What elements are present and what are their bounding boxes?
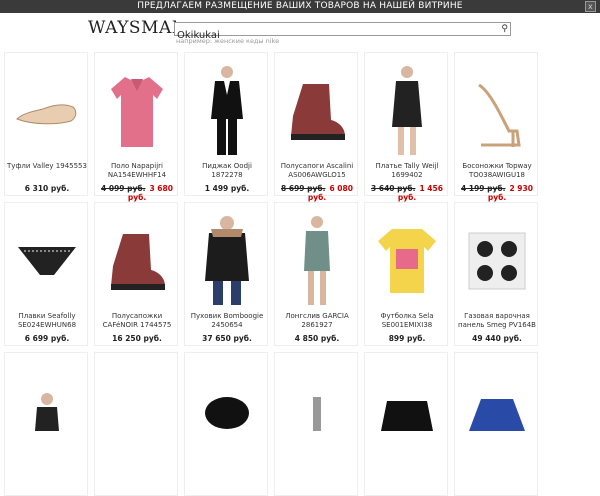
price: 6 699 руб. bbox=[24, 334, 70, 343]
swim-bottom-icon[interactable] bbox=[11, 211, 83, 311]
product-card[interactable]: Полусапоги Ascalini AS006AWGLO15 8 699 р… bbox=[274, 52, 358, 202]
gas-hob-icon[interactable] bbox=[461, 211, 533, 311]
product-card[interactable] bbox=[184, 352, 268, 496]
suit-icon[interactable] bbox=[191, 61, 263, 161]
product-card[interactable]: Туфли Valley 1945553 6 310 руб. bbox=[4, 52, 88, 196]
product-name[interactable]: Лонгслив GARCIA 2861927 bbox=[277, 312, 357, 330]
old-price: 4 099 руб. bbox=[101, 184, 146, 193]
dress-icon[interactable] bbox=[371, 61, 443, 161]
product-name[interactable]: Полусапожки CAFéNOIR 1744575 bbox=[97, 312, 177, 330]
product-card[interactable] bbox=[454, 352, 538, 496]
product-name[interactable]: Поло Napapijri NA154EWHHF14 bbox=[97, 162, 177, 180]
price: 49 440 руб. bbox=[472, 334, 522, 343]
product-card[interactable]: Пуховик Bomboogie 2450654 37 650 руб. bbox=[184, 202, 268, 346]
product-price: 4 199 руб. 2 930 руб. bbox=[455, 184, 539, 202]
promo-banner[interactable]: ПРЕДЛАГАЕМ РАЗМЕЩЕНИЕ ВАШИХ ТОВАРОВ НА Н… bbox=[0, 0, 600, 13]
longsleeve-icon[interactable] bbox=[281, 211, 353, 311]
boot-icon[interactable] bbox=[281, 61, 353, 161]
product-price: 6 310 руб. bbox=[5, 184, 89, 193]
product-card[interactable]: Полусапожки CAFéNOIR 1744575 16 250 руб. bbox=[94, 202, 178, 346]
top-icon[interactable] bbox=[11, 361, 83, 461]
product-name[interactable]: Футболка Sela SE001EMIXI38 bbox=[367, 312, 447, 330]
product-card[interactable]: Футболка Sela SE001EMIXI38 899 руб. bbox=[364, 202, 448, 346]
product-price: 1 499 руб. bbox=[185, 184, 269, 193]
bottle-icon[interactable] bbox=[281, 361, 353, 461]
product-card[interactable] bbox=[364, 352, 448, 496]
product-name[interactable]: Туфли Valley 1945553 bbox=[7, 162, 87, 171]
product-name[interactable]: Пиджак Oodji 1872278 bbox=[187, 162, 267, 180]
product-card[interactable] bbox=[274, 352, 358, 496]
sweater-icon[interactable] bbox=[461, 361, 533, 461]
product-card[interactable]: Плавки Seafolly SE024EWHUN68 6 699 руб. bbox=[4, 202, 88, 346]
product-name[interactable]: Плавки Seafolly SE024EWHUN68 bbox=[7, 312, 87, 330]
scarf-icon[interactable] bbox=[191, 361, 263, 461]
product-card[interactable]: Лонгслив GARCIA 2861927 4 850 руб. bbox=[274, 202, 358, 346]
promo-banner-text: ПРЕДЛАГАЕМ РАЗМЕЩЕНИЕ ВАШИХ ТОВАРОВ НА Н… bbox=[137, 1, 463, 11]
sandal-icon[interactable] bbox=[461, 61, 533, 161]
product-price: 37 650 руб. bbox=[185, 334, 269, 343]
product-card[interactable]: Поло Napapijri NA154EWHHF14 4 099 руб. 3 … bbox=[94, 52, 178, 202]
close-icon[interactable]: x bbox=[585, 1, 596, 12]
product-price: 3 640 руб. 1 456 руб. bbox=[365, 184, 449, 202]
search-hint: например: женские кеды nike bbox=[176, 37, 280, 45]
site-logo[interactable]: WAYSMART bbox=[88, 18, 176, 38]
price: 1 499 руб. bbox=[204, 184, 250, 193]
product-name[interactable]: Платье Tally Weijl 1699402 bbox=[367, 162, 447, 180]
old-price: 4 199 руб. bbox=[461, 184, 506, 193]
product-price: 8 699 руб. 6 080 руб. bbox=[275, 184, 359, 202]
boot-icon[interactable] bbox=[101, 211, 173, 311]
old-price: 8 699 руб. bbox=[281, 184, 326, 193]
price: 16 250 руб. bbox=[112, 334, 162, 343]
product-price: 4 850 руб. bbox=[275, 334, 359, 343]
product-card[interactable] bbox=[4, 352, 88, 496]
product-price: 16 250 руб. bbox=[95, 334, 179, 343]
product-name[interactable]: Босоножки Topway TO038AWIGU18 bbox=[457, 162, 537, 180]
price: 37 650 руб. bbox=[202, 334, 252, 343]
search-box: ⚲ bbox=[174, 22, 511, 42]
blank-icon[interactable] bbox=[101, 361, 173, 461]
price: 6 310 руб. bbox=[24, 184, 70, 193]
product-price: 4 099 руб. 3 680 руб. bbox=[95, 184, 179, 202]
product-card[interactable]: Босоножки Topway TO038AWIGU18 4 199 руб.… bbox=[454, 52, 538, 202]
product-name[interactable]: Пуховик Bomboogie 2450654 bbox=[187, 312, 267, 330]
product-price: 899 руб. bbox=[365, 334, 449, 343]
polo-shirt-icon[interactable] bbox=[101, 61, 173, 161]
leather-jacket-icon[interactable] bbox=[371, 361, 443, 461]
product-card[interactable]: Платье Tally Weijl 1699402 3 640 руб. 1 4… bbox=[364, 52, 448, 202]
tshirt-icon[interactable] bbox=[371, 211, 443, 311]
price: 4 850 руб. bbox=[294, 334, 340, 343]
product-price: 6 699 руб. bbox=[5, 334, 89, 343]
product-name[interactable]: Газовая варочная панель Smeg PV164B bbox=[457, 312, 537, 330]
product-card[interactable] bbox=[94, 352, 178, 496]
jacket-icon[interactable] bbox=[191, 211, 263, 311]
price: 899 руб. bbox=[388, 334, 426, 343]
product-card[interactable]: Пиджак Oodji 1872278 1 499 руб. bbox=[184, 52, 268, 196]
search-icon[interactable]: ⚲ bbox=[501, 23, 508, 35]
product-card[interactable]: Газовая варочная панель Smeg PV164B 49 4… bbox=[454, 202, 538, 346]
product-name[interactable]: Полусапоги Ascalini AS006AWGLO15 bbox=[277, 162, 357, 180]
old-price: 3 640 руб. bbox=[371, 184, 416, 193]
product-price: 49 440 руб. bbox=[455, 334, 539, 343]
shoe-icon[interactable] bbox=[11, 61, 83, 161]
